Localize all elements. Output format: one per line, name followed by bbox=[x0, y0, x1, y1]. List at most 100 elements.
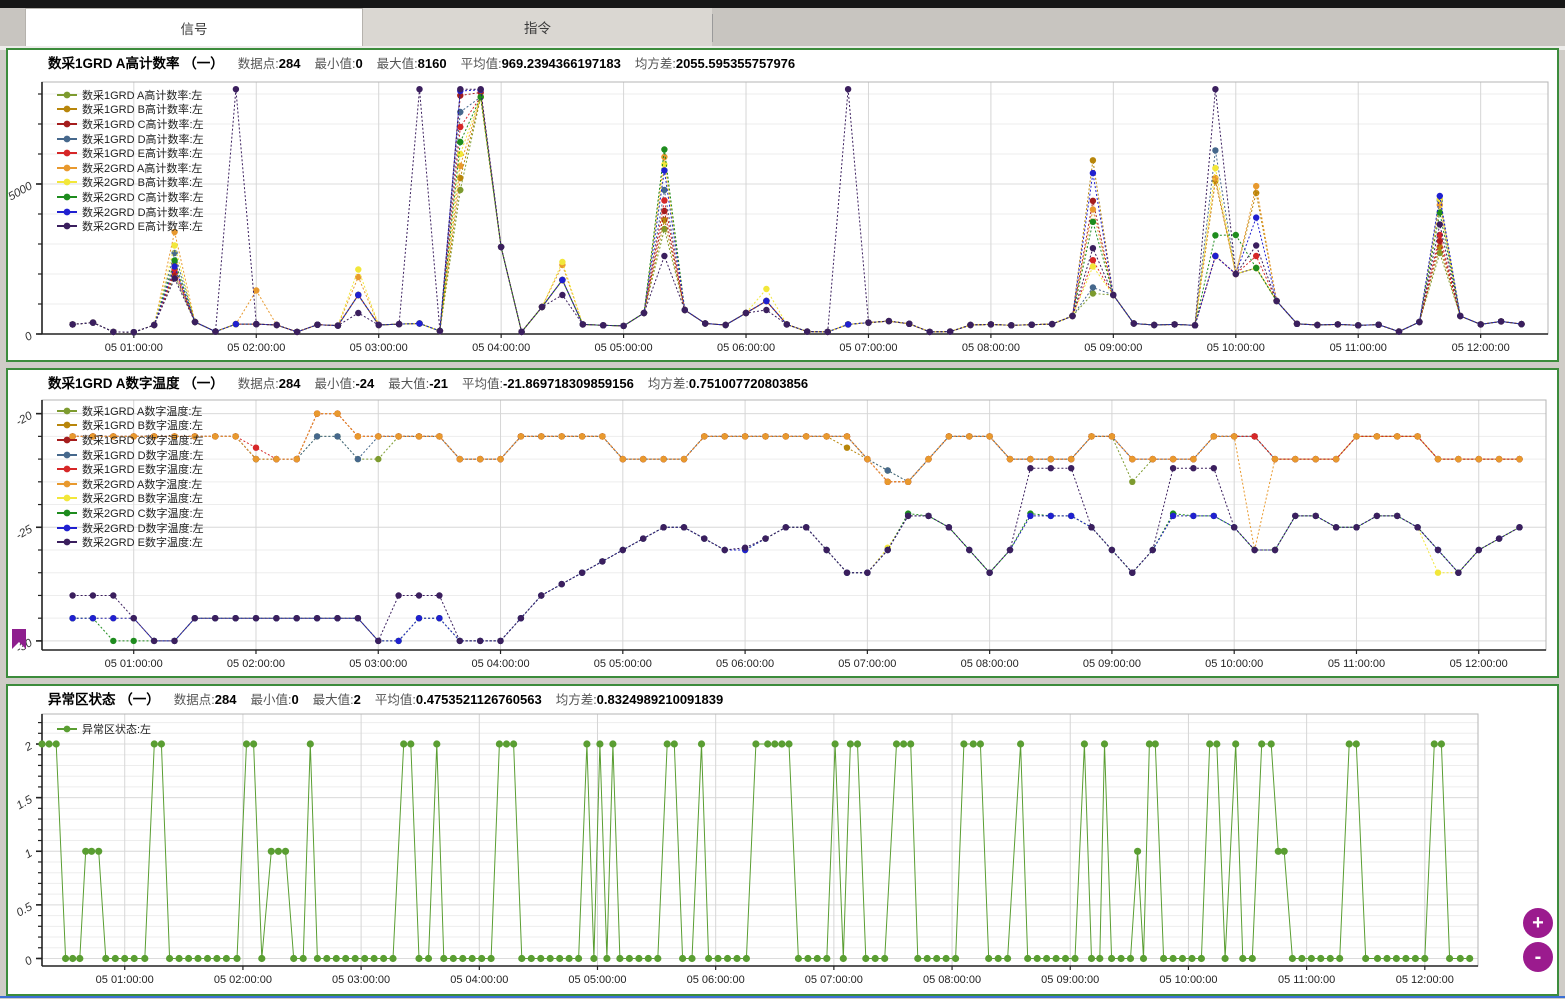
data-point bbox=[1516, 456, 1522, 462]
legend-item[interactable]: 数采1GRD A高计数率:左 bbox=[56, 88, 204, 102]
data-point bbox=[825, 329, 831, 335]
data-point bbox=[1466, 955, 1473, 962]
legend-item[interactable]: 数采2GRD E高计数率:左 bbox=[56, 219, 204, 233]
data-point bbox=[681, 524, 687, 530]
data-point bbox=[1374, 955, 1381, 962]
legend-item[interactable]: 数采1GRD B高计数率:左 bbox=[56, 103, 204, 117]
legend-swatch-icon bbox=[56, 464, 78, 474]
data-point bbox=[1069, 313, 1075, 319]
data-point bbox=[1090, 206, 1096, 212]
data-point bbox=[742, 545, 748, 551]
legend-item[interactable]: 数采1GRD C高计数率:左 bbox=[56, 117, 204, 131]
legend-item[interactable]: 数采2GRD B数字温度:左 bbox=[56, 492, 204, 506]
data-point bbox=[547, 955, 554, 962]
plot-area[interactable]: 0500005 01:00:0005 02:00:0005 03:00:0005… bbox=[8, 72, 1557, 360]
data-point bbox=[131, 955, 138, 962]
data-point bbox=[416, 86, 422, 92]
chart-high-count-rate[interactable]: 0500005 01:00:0005 02:00:0005 03:00:0005… bbox=[8, 72, 1557, 360]
data-point bbox=[722, 433, 728, 439]
data-point bbox=[1062, 955, 1069, 962]
data-point bbox=[416, 433, 422, 439]
data-point bbox=[1101, 740, 1108, 747]
y-axis-tick-label: -20 bbox=[14, 410, 35, 429]
legend-label: 数采2GRD A高计数率:左 bbox=[82, 160, 202, 176]
data-point bbox=[1129, 479, 1135, 485]
data-point bbox=[380, 955, 387, 962]
data-point bbox=[556, 955, 563, 962]
data-point bbox=[771, 740, 778, 747]
legend-item[interactable]: 数采2GRD A数字温度:左 bbox=[56, 477, 204, 491]
x-axis-tick-label: 05 01:00:00 bbox=[96, 974, 154, 986]
plot-area[interactable]: -20-25-3005 01:00:0005 02:00:0005 03:00:… bbox=[8, 392, 1557, 676]
data-point bbox=[970, 740, 977, 747]
legend-item[interactable]: 数采2GRD C数字温度:左 bbox=[56, 506, 204, 520]
data-point bbox=[1414, 433, 1420, 439]
legend-item[interactable]: 数采2GRD C高计数率:左 bbox=[56, 190, 204, 204]
legend-item[interactable]: 异常区状态:左 bbox=[56, 722, 151, 736]
data-point bbox=[1081, 740, 1088, 747]
data-point bbox=[1438, 740, 1445, 747]
data-point bbox=[967, 322, 973, 328]
legend-item[interactable]: 数采2GRD E数字温度:左 bbox=[56, 535, 204, 549]
y-axis-tick-label: 5000 bbox=[8, 180, 35, 203]
legend-swatch-icon bbox=[56, 221, 78, 231]
data-point bbox=[192, 615, 198, 621]
chart-abnormal-zone-status[interactable]: 00.511.5205 01:00:0005 02:00:0005 03:00:… bbox=[8, 708, 1557, 994]
zoom-out-button[interactable]: - bbox=[1523, 942, 1553, 972]
zoom-in-button[interactable]: + bbox=[1523, 908, 1553, 938]
tab-command[interactable]: 指令 bbox=[363, 8, 712, 46]
data-point bbox=[1335, 321, 1341, 327]
data-point bbox=[300, 955, 307, 962]
bookmark-icon[interactable] bbox=[11, 628, 27, 650]
y-axis-tick-label: 1 bbox=[23, 847, 35, 861]
legend-item[interactable]: 数采1GRD B数字温度:左 bbox=[56, 419, 204, 433]
data-point bbox=[661, 167, 667, 173]
stat-mean: 平均值:969.2394366197183 bbox=[461, 53, 621, 72]
stat-mean: 平均值:0.4753521126760563 bbox=[375, 689, 542, 708]
legend-label: 数采1GRD B高计数率:左 bbox=[82, 101, 203, 117]
data-point bbox=[355, 456, 361, 462]
data-point bbox=[1090, 219, 1096, 225]
legend-label: 数采1GRD C数字温度:左 bbox=[82, 432, 204, 448]
x-axis-tick-label: 05 07:00:00 bbox=[805, 974, 863, 986]
x-axis-tick-label: 05 12:00:00 bbox=[1450, 658, 1508, 670]
panel-2-header: 数采1GRD A数字温度 （一） 数据点:284 最小值:-24 最大值:-21… bbox=[8, 370, 1557, 392]
data-point bbox=[864, 456, 870, 462]
data-point bbox=[176, 955, 183, 962]
data-point bbox=[171, 242, 177, 248]
data-point bbox=[307, 740, 314, 747]
legend-item[interactable]: 数采2GRD D高计数率:左 bbox=[56, 205, 204, 219]
series-line bbox=[73, 89, 1522, 332]
data-point bbox=[714, 955, 721, 962]
data-point bbox=[590, 955, 597, 962]
plot-area[interactable]: 00.511.5205 01:00:0005 02:00:0005 03:00:… bbox=[8, 708, 1557, 994]
x-axis-tick-label: 05 10:00:00 bbox=[1205, 658, 1263, 670]
legend-item[interactable]: 数采1GRD C数字温度:左 bbox=[56, 433, 204, 447]
x-axis-tick-label: 05 04:00:00 bbox=[471, 658, 529, 670]
x-axis-tick-label: 05 02:00:00 bbox=[214, 974, 272, 986]
legend-item[interactable]: 数采1GRD E高计数率:左 bbox=[56, 146, 204, 160]
legend-item[interactable]: 数采2GRD A高计数率:左 bbox=[56, 161, 204, 175]
panel-3-header: 异常区状态 （一） 数据点:284 最小值:0 最大值:2 平均值:0.4753… bbox=[8, 686, 1557, 708]
legend-item[interactable]: 数采2GRD D数字温度:左 bbox=[56, 521, 204, 535]
data-point bbox=[1190, 513, 1196, 519]
data-point bbox=[1346, 740, 1353, 747]
data-point bbox=[1253, 190, 1259, 196]
data-point bbox=[1096, 955, 1103, 962]
data-point bbox=[579, 433, 585, 439]
data-point bbox=[1088, 433, 1094, 439]
data-point bbox=[88, 848, 95, 855]
tab-signal[interactable]: 信号 bbox=[25, 8, 363, 46]
legend-item[interactable]: 数采1GRD E数字温度:左 bbox=[56, 462, 204, 476]
legend-item[interactable]: 数采2GRD B高计数率:左 bbox=[56, 176, 204, 190]
legend-item[interactable]: 数采1GRD D高计数率:左 bbox=[56, 132, 204, 146]
data-point bbox=[151, 322, 157, 328]
legend-swatch-icon bbox=[56, 90, 78, 100]
x-axis-tick-label: 05 11:00:00 bbox=[1278, 974, 1335, 986]
data-point bbox=[459, 955, 466, 962]
chart-digital-temperature[interactable]: -20-25-3005 01:00:0005 02:00:0005 03:00:… bbox=[8, 392, 1557, 676]
legend-item[interactable]: 数采1GRD D数字温度:左 bbox=[56, 448, 204, 462]
data-point bbox=[232, 433, 238, 439]
legend-item[interactable]: 数采1GRD A数字温度:左 bbox=[56, 404, 204, 418]
data-point bbox=[457, 456, 463, 462]
